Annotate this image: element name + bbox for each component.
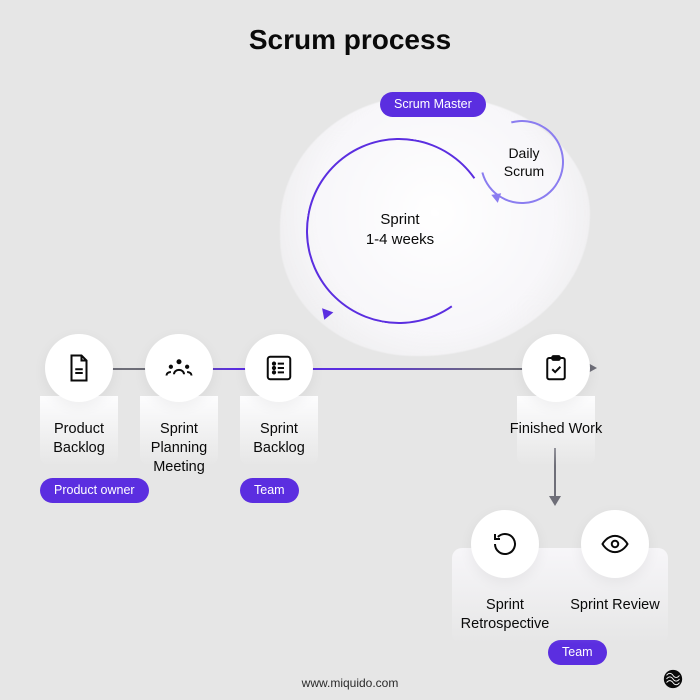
step-label: Product Backlog	[34, 420, 124, 458]
step-label: Finished Work	[506, 420, 606, 439]
people-icon	[164, 353, 194, 383]
list-icon	[264, 353, 294, 383]
step-label: Sprint Review	[565, 596, 665, 615]
icon-bubble	[145, 334, 213, 402]
brand-logo-icon	[662, 668, 684, 690]
pill-team-top: Team	[240, 478, 299, 503]
clipboard-check-icon	[541, 353, 571, 383]
step-product-backlog: Product Backlog	[34, 334, 124, 458]
arrow-down-icon	[549, 496, 561, 506]
pill-product-owner: Product owner	[40, 478, 149, 503]
step-sprint-retrospective: Sprint Retrospective	[455, 510, 555, 634]
sprint-label-line1: Sprint	[380, 211, 419, 228]
sprint-loop-label: Sprint 1-4 weeks	[340, 210, 460, 251]
daily-label-line1: Daily	[508, 145, 539, 161]
page-title: Scrum process	[249, 24, 451, 56]
daily-scrum-arrowhead	[491, 193, 502, 204]
step-finished-work: Finished Work	[506, 334, 606, 439]
icon-bubble	[471, 510, 539, 578]
step-label: Sprint Planning Meeting	[134, 420, 224, 477]
step-sprint-backlog: Sprint Backlog	[234, 334, 324, 458]
footer-url: www.miquido.com	[302, 676, 399, 690]
refresh-icon	[490, 529, 520, 559]
sprint-label-line2: 1-4 weeks	[366, 231, 434, 248]
step-label: Sprint Backlog	[234, 420, 324, 458]
step-sprint-review: Sprint Review	[565, 510, 665, 634]
step-label: Sprint Retrospective	[455, 596, 555, 634]
daily-scrum-label: Daily Scrum	[494, 144, 554, 180]
icon-bubble	[522, 334, 590, 402]
document-icon	[64, 353, 94, 383]
pill-scrum-master: Scrum Master	[380, 92, 486, 117]
icon-bubble	[245, 334, 313, 402]
eye-icon	[600, 529, 630, 559]
daily-label-line2: Scrum	[504, 163, 544, 179]
review-cards-row: Sprint Retrospective Sprint Review	[452, 510, 668, 634]
icon-bubble	[581, 510, 649, 578]
step-sprint-planning: Sprint Planning Meeting	[134, 334, 224, 477]
icon-bubble	[45, 334, 113, 402]
